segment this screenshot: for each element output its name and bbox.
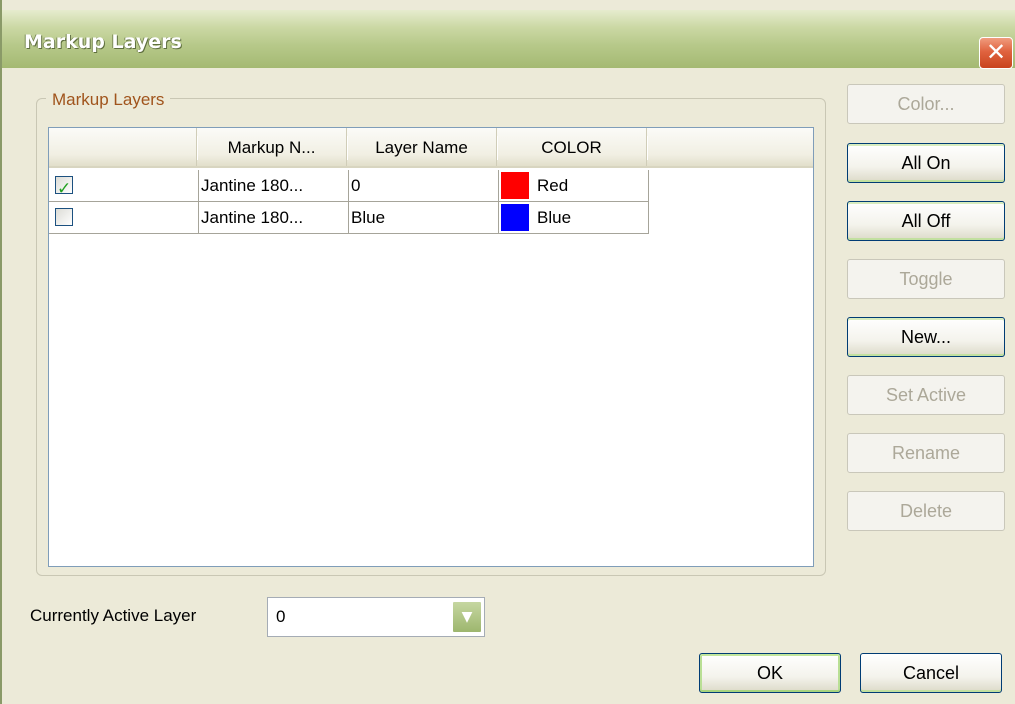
layer-visible-checkbox[interactable]: ✓ [55,176,73,199]
close-button[interactable]: ✕ [979,37,1013,69]
markup-name-cell: Jantine 180... [199,202,349,234]
column-header-color[interactable]: COLOR [497,128,648,166]
column-header-visible[interactable] [49,128,198,166]
color-button[interactable]: Color... [847,84,1005,124]
window-title: Markup Layers [24,31,182,53]
groupbox-legend: Markup Layers [46,90,171,110]
color-swatch [501,172,529,199]
column-header-markup-name[interactable]: Markup N... [197,128,348,166]
layers-list[interactable]: Markup N... Layer Name COLOR ✓ Jantine 1… [48,127,814,567]
active-layer-label: Currently Active Layer [30,606,197,625]
active-layer-value: 0 [276,607,286,626]
all-on-button[interactable]: All On [847,143,1005,183]
column-header-layer-name[interactable]: Layer Name [347,128,498,166]
markup-name-cell: Jantine 180... [199,170,349,202]
chevron-down-icon: ▼ [461,609,473,625]
visible-cell [49,202,199,234]
active-layer-select[interactable]: 0 ▼ [267,597,485,637]
dropdown-button[interactable]: ▼ [452,601,482,633]
layer-name-cell: 0 [349,170,499,202]
title-bar[interactable]: Markup Layers ✕ [2,10,1015,69]
set-active-button[interactable]: Set Active [847,375,1005,415]
all-off-button[interactable]: All Off [847,201,1005,241]
new-layer-button[interactable]: New... [847,317,1005,357]
rename-button[interactable]: Rename [847,433,1005,473]
cancel-button[interactable]: Cancel [860,653,1002,693]
toggle-button[interactable]: Toggle [847,259,1005,299]
table-row[interactable]: ✓ Jantine 180... 0 Red [49,170,649,202]
color-swatch [501,204,529,231]
delete-button[interactable]: Delete [847,491,1005,531]
color-name: Red [537,176,569,195]
visible-cell: ✓ [49,170,199,202]
markup-layers-dialog: Markup Layers ✕ Markup Layers Markup N..… [0,0,1015,704]
color-cell: Red [499,170,649,202]
layer-name-cell: Blue [349,202,499,234]
close-icon: ✕ [985,38,1007,66]
ok-button[interactable]: OK [699,653,841,693]
checkmark-icon: ✓ [57,179,72,199]
layer-visible-checkbox[interactable] [55,208,73,226]
table-row[interactable]: Jantine 180... Blue Blue [49,202,649,234]
color-name: Blue [537,208,572,227]
list-header: Markup N... Layer Name COLOR [49,128,813,168]
color-cell: Blue [499,202,649,234]
